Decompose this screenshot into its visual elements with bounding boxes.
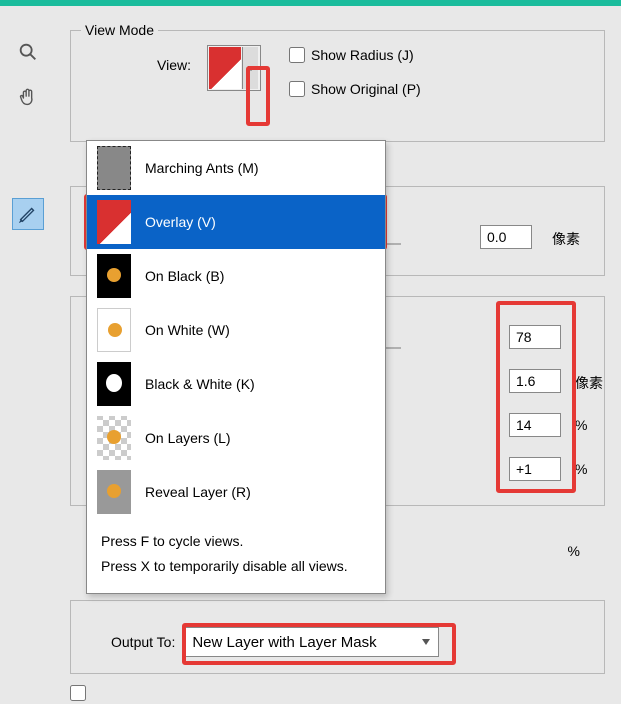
smooth-input[interactable] [509, 325, 561, 349]
magnifier-icon [17, 41, 39, 63]
overlay-icon [97, 200, 131, 244]
dd-item-label: On White (W) [145, 322, 230, 338]
footer-line-1: Press F to cycle views. [101, 529, 371, 554]
overlay-thumb-icon [209, 47, 241, 89]
hand-tool[interactable] [12, 82, 44, 114]
feather-input[interactable] [509, 369, 561, 393]
dd-item-label: On Black (B) [145, 268, 224, 284]
contrast-unit: % [575, 417, 587, 433]
brush-icon [17, 203, 39, 225]
output-to-value: New Layer with Layer Mask [192, 634, 376, 651]
view-mode-legend: View Mode [81, 22, 158, 38]
reveal-layer-icon [97, 470, 131, 514]
contrast-input[interactable] [509, 413, 561, 437]
dd-item-on-white[interactable]: On White (W) [87, 303, 385, 357]
on-black-icon [97, 254, 131, 298]
show-radius-input[interactable] [289, 47, 305, 63]
dd-item-on-black[interactable]: On Black (B) [87, 249, 385, 303]
show-original-checkbox[interactable]: Show Original (P) [289, 81, 421, 97]
hand-icon [17, 87, 39, 109]
radius-input[interactable] [480, 225, 532, 249]
output-to-label: Output To: [111, 634, 175, 650]
tools-column [12, 36, 48, 230]
bottom-checkbox-input[interactable] [70, 685, 86, 701]
dd-item-overlay[interactable]: Overlay (V) [87, 195, 385, 249]
dd-item-label: Overlay (V) [145, 214, 216, 230]
black-white-icon [97, 362, 131, 406]
bottom-checkbox[interactable] [66, 682, 89, 704]
output-group: % Output To: New Layer with Layer Mask [70, 600, 605, 674]
amount-unit: % [568, 543, 580, 559]
view-thumbnail-dropdown[interactable] [207, 45, 261, 91]
on-white-icon [97, 308, 131, 352]
on-layers-icon [97, 416, 131, 460]
show-radius-label: Show Radius (J) [311, 47, 414, 63]
radius-unit: 像素 [552, 229, 580, 249]
dd-item-label: On Layers (L) [145, 430, 231, 446]
chevron-down-icon [422, 639, 430, 645]
dd-item-marching-ants[interactable]: Marching Ants (M) [87, 141, 385, 195]
feather-unit: 像素 [575, 373, 603, 393]
view-label: View: [157, 57, 191, 73]
dd-item-on-layers[interactable]: On Layers (L) [87, 411, 385, 465]
dd-item-label: Marching Ants (M) [145, 160, 259, 176]
show-radius-checkbox[interactable]: Show Radius (J) [289, 47, 414, 63]
dd-item-reveal-layer[interactable]: Reveal Layer (R) [87, 465, 385, 519]
dd-item-label: Black & White (K) [145, 376, 255, 392]
dd-item-black-white[interactable]: Black & White (K) [87, 357, 385, 411]
dropdown-footer: Press F to cycle views. Press X to tempo… [87, 519, 385, 593]
shift-edge-unit: % [575, 461, 587, 477]
refine-edge-brush-tool[interactable] [12, 198, 44, 230]
view-mode-group: View Mode View: Show Radius (J) Show Ori… [70, 30, 605, 142]
show-original-label: Show Original (P) [311, 81, 421, 97]
dd-item-label: Reveal Layer (R) [145, 484, 251, 500]
show-original-input[interactable] [289, 81, 305, 97]
shift-edge-input[interactable] [509, 457, 561, 481]
view-dropdown-panel: Marching Ants (M) Overlay (V) On Black (… [86, 140, 386, 594]
zoom-tool[interactable] [12, 36, 44, 68]
output-to-select[interactable]: New Layer with Layer Mask [183, 627, 439, 657]
marching-ants-icon [97, 146, 131, 190]
chevron-down-icon [242, 47, 258, 89]
footer-line-2: Press X to temporarily disable all views… [101, 554, 371, 579]
